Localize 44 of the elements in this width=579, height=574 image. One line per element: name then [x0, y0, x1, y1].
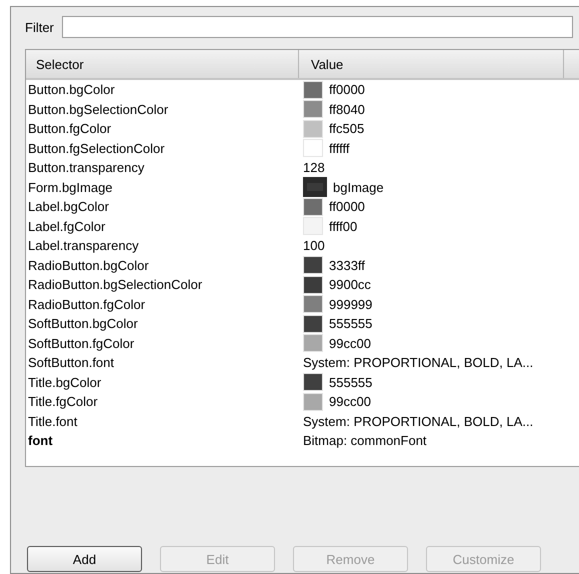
- selector-cell-text: Button.bgColor: [27, 82, 116, 98]
- column-header[interactable]: Selector: [26, 50, 299, 78]
- value-text: 100: [303, 238, 325, 254]
- selector-cell-text: RadioButton.fgColor: [27, 296, 146, 312]
- image-thumbnail-icon: [303, 177, 327, 198]
- value-text: System: PROPORTIONAL, BOLD, LA...: [303, 355, 534, 370]
- action-button[interactable]: Add: [27, 546, 142, 572]
- selector-cell-text: Label.bgColor: [27, 199, 110, 214]
- selector-cell-text: Button.fgColor: [27, 121, 112, 136]
- selector-cell-text: Title.fgColor: [27, 394, 99, 410]
- selector-cell-text: Label.transparency: [27, 238, 140, 254]
- value-text: ffffff: [329, 140, 350, 156]
- selector-cell-text: RadioButton.bgSelectionColor: [27, 277, 204, 292]
- value-text: ffc505: [329, 121, 364, 136]
- value-text: Bitmap: commonFont: [303, 433, 427, 448]
- selector-cell-text: SoftButton.font: [27, 355, 116, 370]
- filter-field[interactable]: [62, 16, 573, 38]
- filter-label: Filter: [25, 20, 54, 34]
- value-text: 128: [303, 160, 325, 176]
- selector-cell-text: Label.fgColor: [27, 218, 106, 234]
- value-text: 555555: [329, 316, 372, 332]
- selector-cell-text: Form.bgImage: [27, 180, 114, 195]
- value-text: ff8040: [329, 102, 365, 117]
- selector-cell-text: SoftButton.bgColor: [27, 316, 139, 332]
- value-text: ff0000: [329, 82, 365, 98]
- value-text: bgImage: [333, 180, 384, 195]
- value-text: ff0000: [329, 199, 365, 214]
- value-text: 3333ff: [329, 258, 365, 273]
- selector-cell-text: Title.bgColor: [27, 374, 102, 390]
- selector-cell-text: SoftButton.fgColor: [27, 336, 136, 351]
- selector-cell-text: font: [27, 433, 54, 448]
- selector-cell-text: Button.fgSelectionColor: [27, 140, 166, 156]
- value-text: System: PROPORTIONAL, BOLD, LA...: [303, 414, 534, 429]
- value-text: 99cc00: [329, 336, 371, 351]
- selector-cell-text: RadioButton.bgColor: [27, 258, 150, 273]
- value-text: 9900cc: [329, 277, 371, 292]
- value-text: ffff00: [329, 218, 358, 234]
- selector-cell-text: Button.transparency: [27, 160, 146, 176]
- value-text: 99cc00: [329, 394, 371, 410]
- value-text: 999999: [329, 296, 372, 312]
- selector-cell-text: Title.font: [27, 414, 78, 429]
- selector-cell-text: Button.bgSelectionColor: [27, 102, 170, 117]
- value-text: 555555: [329, 374, 372, 390]
- column-header[interactable]: Value: [299, 50, 564, 78]
